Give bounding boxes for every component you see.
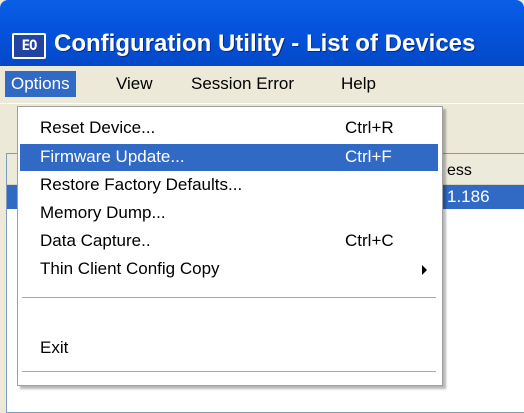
menu-item-shortcut: Ctrl+C xyxy=(345,231,394,250)
chevron-right-icon xyxy=(422,265,427,275)
menu-item-firmware-update[interactable]: Firmware Update... Ctrl+F xyxy=(20,144,438,171)
menu-help[interactable]: Help xyxy=(335,71,382,97)
menu-item-shortcut: Ctrl+F xyxy=(345,147,392,166)
menu-separator xyxy=(22,371,436,373)
menu-item-label: Firmware Update... xyxy=(40,147,185,166)
menu-item-label: Exit xyxy=(40,338,69,357)
menu-item-label: Data Capture.. xyxy=(40,231,151,250)
menu-session-error[interactable]: Session Error xyxy=(185,71,300,97)
menu-item-restore-factory-defaults[interactable]: Restore Factory Defaults... xyxy=(20,172,438,199)
menu-item-thin-client-config-copy[interactable]: Thin Client Config Copy xyxy=(20,256,438,283)
menu-item-shortcut: Ctrl+R xyxy=(345,118,394,137)
menu-item-label: Restore Factory Defaults... xyxy=(40,175,243,194)
menu-options[interactable]: Options xyxy=(5,71,76,97)
options-dropdown-menu: Reset Device... Ctrl+R Firmware Update..… xyxy=(17,106,443,386)
menu-item-label: Thin Client Config Copy xyxy=(40,259,220,278)
title-bar[interactable]: EO Configuration Utility - List of Devic… xyxy=(0,0,524,66)
device-address-cell: 1.186 xyxy=(447,187,490,206)
menu-item-label: Reset Device... xyxy=(40,118,156,137)
menu-item-data-capture[interactable]: Data Capture.. Ctrl+C xyxy=(20,228,438,255)
menu-item-label: Memory Dump... xyxy=(40,203,166,222)
column-header-address[interactable]: ess xyxy=(447,162,472,180)
menu-bar: Options View Session Error Help xyxy=(0,66,524,103)
menu-separator xyxy=(22,297,436,299)
menu-view[interactable]: View xyxy=(110,71,159,97)
menu-item-exit[interactable]: Exit xyxy=(20,335,438,362)
menu-item-reset-device[interactable]: Reset Device... Ctrl+R xyxy=(20,115,438,142)
menu-item-memory-dump[interactable]: Memory Dump... xyxy=(20,200,438,227)
window-title: Configuration Utility - List of Devices xyxy=(54,30,476,57)
app-icon[interactable]: EO xyxy=(12,33,46,59)
